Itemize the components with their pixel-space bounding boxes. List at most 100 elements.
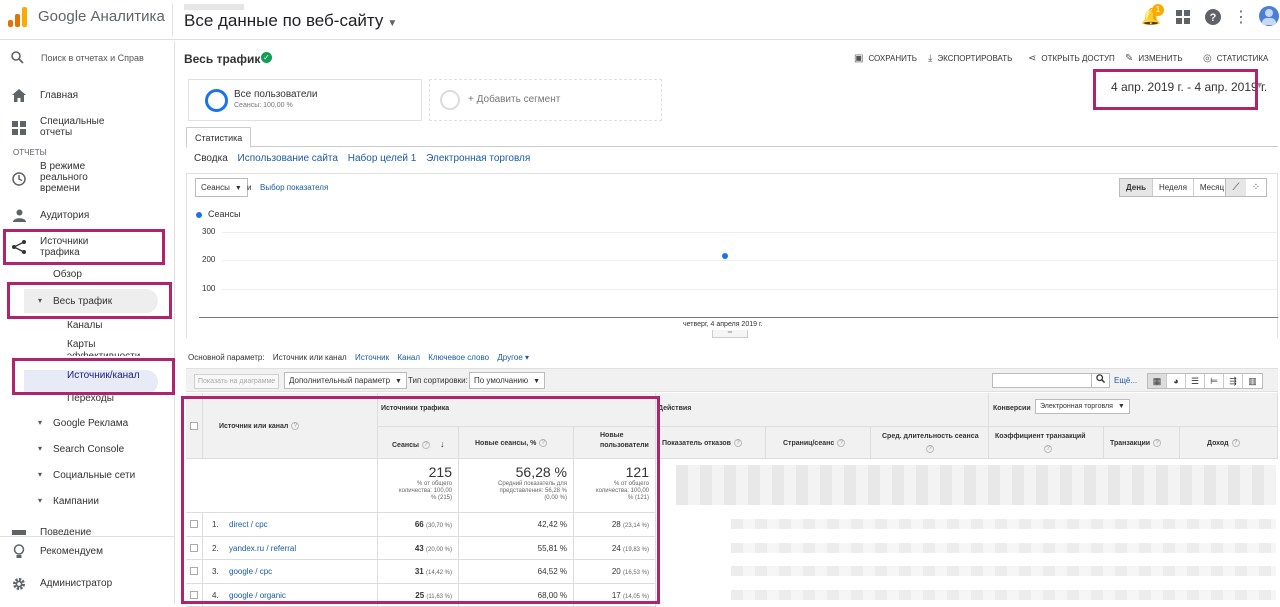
col-conv-rate-label: Коэффициент транзакций [995, 433, 1086, 440]
comparison-view-icon[interactable]: ⊨ [1205, 374, 1224, 388]
sidebar-item-custom-reports[interactable]: Специальные отчеты [0, 115, 175, 141]
edit-button[interactable]: ✎ИЗМЕНИТЬ [1125, 53, 1183, 64]
col-bounce-rate[interactable]: Показатель отказов? [656, 427, 766, 459]
sidebar-item-social[interactable]: Социальные сети [53, 470, 135, 481]
blurred-row-values [731, 543, 1276, 553]
help-icon[interactable]: ? [1153, 439, 1161, 447]
secondary-dimension-select[interactable]: Дополнительный параметр▼ [284, 372, 407, 389]
insights-button[interactable]: ◎СТАТИСТИКА [1203, 53, 1268, 64]
help-icon[interactable]: ? [1232, 439, 1240, 447]
sidebar-item-home[interactable]: Главная [0, 86, 175, 106]
app-title[interactable]: Google Аналитика [38, 8, 165, 25]
subtab-summary[interactable]: Сводка [194, 153, 228, 164]
export-button[interactable]: ⤓ЭКСПОРТИРОВАТЬ [928, 53, 1012, 64]
table-toolbar: Показать на диаграмме Дополнительный пар… [186, 368, 1278, 392]
sidebar-item-label: Поведение [40, 527, 91, 535]
col-transactions[interactable]: Транзакции? [1104, 427, 1180, 459]
subtab-ecommerce[interactable]: Электронная торговля [426, 153, 530, 164]
sidebar-item-label: Специальные отчеты [40, 116, 120, 138]
table-search-button[interactable] [1092, 373, 1110, 388]
dimension-source[interactable]: Источник [355, 353, 389, 362]
annotation-frame-acquisition-columns [181, 396, 660, 604]
tab-explorer[interactable]: Статистика [186, 127, 251, 148]
more-vert-icon[interactable]: ⋮ [1230, 6, 1252, 28]
pie-view-icon[interactable]: ◕ [1167, 374, 1186, 388]
sidebar-item-treemaps[interactable]: Карты эффективности [67, 339, 145, 356]
segment-all-users[interactable]: Все пользователи Сеансы: 100,00 % [188, 79, 422, 121]
sidebar-item-channels[interactable]: Каналы [67, 320, 103, 331]
chart-x-axis [199, 317, 1278, 318]
save-icon: ▣ [854, 53, 863, 64]
help-icon[interactable]: ? [734, 439, 742, 447]
chart-gridline [222, 260, 1278, 261]
secondary-dimension-value: Дополнительный параметр [289, 376, 390, 385]
view-selector[interactable]: Все данные по веб-сайту▼ [184, 11, 397, 31]
metric-select[interactable]: Сеансы▼ [195, 178, 248, 197]
subtab-site-usage[interactable]: Использование сайта [238, 153, 338, 164]
motion-chart-icon[interactable]: ⁘ [1246, 179, 1266, 196]
term-cloud-icon[interactable]: ⇶ [1224, 374, 1243, 388]
sidebar-item-search-console[interactable]: Search Console [53, 444, 124, 455]
period-day[interactable]: День [1120, 179, 1153, 196]
save-button[interactable]: ▣СОХРАНИТЬ [854, 53, 917, 64]
sidebar-item-admin[interactable]: Администратор [0, 575, 175, 595]
gear-icon [11, 577, 27, 593]
table-view-icon[interactable]: ▦ [1148, 374, 1167, 388]
sidebar-item-overview[interactable]: Обзор [53, 269, 82, 280]
subtab-goals[interactable]: Набор целей 1 [348, 153, 417, 164]
performance-view-icon[interactable]: ☰ [1186, 374, 1205, 388]
chart-gridline [222, 289, 1278, 290]
dimension-medium[interactable]: Канал [397, 353, 420, 362]
sidebar-item-discover[interactable]: Рекомендуем [0, 543, 175, 563]
dimension-source-medium[interactable]: Источник или канал [273, 353, 347, 362]
sidebar-item-label: Рекомендуем [40, 546, 103, 557]
period-week[interactable]: Неделя [1153, 179, 1194, 196]
help-icon[interactable]: ? [1044, 445, 1052, 453]
pivot-view-icon[interactable]: ▥ [1243, 374, 1262, 388]
conversion-type-select[interactable]: Электронная торговля▼ [1035, 399, 1130, 414]
advanced-filter-link[interactable]: Ещё... [1114, 376, 1137, 385]
export-label: ЭКСПОРТИРОВАТЬ [937, 54, 1012, 63]
chart-resize-handle[interactable]: ═ [712, 330, 748, 338]
blurred-row-values [731, 519, 1276, 529]
insights-icon: ◎ [1203, 53, 1212, 64]
sidebar-divider [0, 536, 175, 537]
add-segment-button[interactable]: + Добавить сегмент [429, 79, 662, 121]
plot-rows-button[interactable]: Показать на диаграмме [194, 374, 279, 389]
view-title: Все данные по веб-сайту [184, 11, 383, 30]
help-icon[interactable]: ? [837, 439, 845, 447]
col-revenue[interactable]: Доход? [1180, 427, 1278, 459]
legend-series-label: Сеансы [208, 209, 240, 219]
sidebar-item-audience[interactable]: Аудитория [0, 207, 175, 227]
help-icon[interactable]: ? [1202, 6, 1224, 28]
avatar[interactable] [1259, 6, 1279, 26]
sidebar-item-campaigns[interactable]: Кампании [53, 496, 99, 507]
sidebar-search[interactable]: Поиск в отчетах и Справ [0, 47, 175, 73]
notification-badge: 1 [1152, 4, 1164, 16]
col-pages-per-session[interactable]: Страниц/сеанс? [766, 427, 871, 459]
search-icon [11, 51, 24, 67]
search-input[interactable]: Поиск в отчетах и Справ [41, 53, 144, 63]
conversions-group-header: Конверсии Электронная торговля▼ [989, 393, 1278, 427]
sort-type-select[interactable]: По умолчанию▼ [469, 372, 545, 389]
sidebar-item-behavior[interactable]: Поведение [0, 523, 175, 535]
table-view-toggle: ▦ ◕ ☰ ⊨ ⇶ ▥ [1147, 373, 1263, 389]
share-button[interactable]: ⋖ОТКРЫТЬ ДОСТУП [1028, 53, 1115, 64]
top-bar: Google Аналитика Все данные по веб-сайту… [0, 0, 1280, 40]
table-search-input[interactable] [992, 373, 1092, 388]
col-avg-duration[interactable]: Сред. длительность сеанса? [871, 427, 989, 459]
chart-type-toggle: ⟋ ⁘ [1225, 178, 1267, 197]
dimension-keyword[interactable]: Ключевое слово [428, 353, 489, 362]
annotation-frame-acquisition [3, 229, 165, 265]
sidebar: Поиск в отчетах и Справ Главная Специаль… [0, 41, 175, 604]
apps-grid-icon[interactable] [1172, 6, 1194, 28]
col-conversion-rate[interactable]: Коэффициент транзакций? [989, 427, 1104, 459]
sidebar-item-label: Аудитория [40, 210, 89, 221]
sidebar-item-google-ads[interactable]: Google Реклама [53, 418, 128, 429]
help-icon[interactable]: ? [926, 445, 934, 453]
choose-metric-link[interactable]: Выбор показателя [260, 183, 328, 192]
sidebar-item-realtime[interactable]: В режиме реального времени [0, 160, 175, 196]
analytics-logo-icon[interactable] [8, 7, 30, 27]
dimension-other[interactable]: Другое ▾ [497, 353, 529, 362]
line-chart-icon[interactable]: ⟋ [1226, 179, 1246, 196]
